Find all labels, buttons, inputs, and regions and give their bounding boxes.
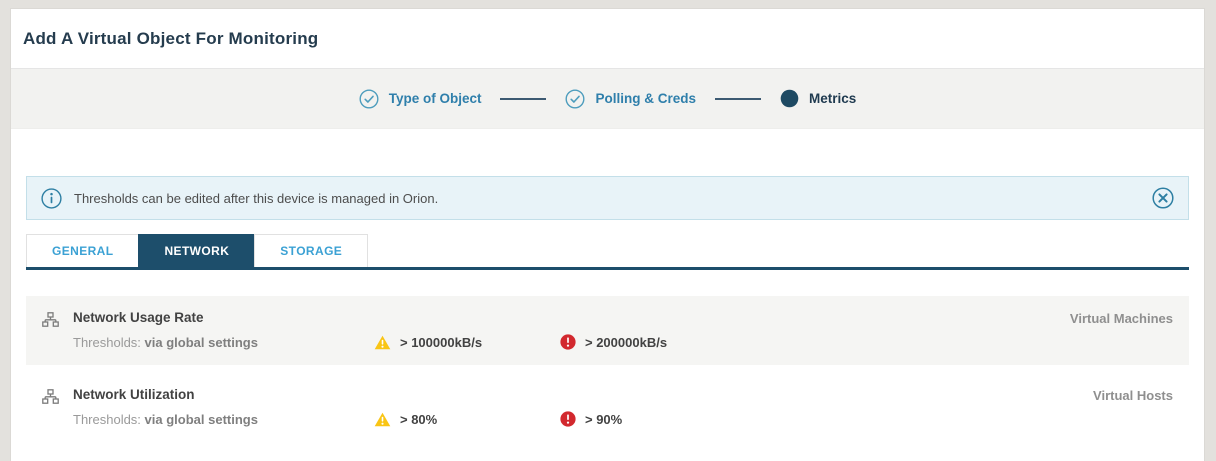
step-label: Type of Object bbox=[389, 91, 482, 106]
step-connector bbox=[715, 98, 761, 100]
tab-general[interactable]: GENERAL bbox=[26, 234, 138, 267]
critical-threshold: > 90% bbox=[560, 411, 622, 427]
critical-circle-icon bbox=[560, 411, 576, 427]
critical-threshold: > 200000kB/s bbox=[560, 334, 667, 350]
network-nodes-icon bbox=[42, 389, 59, 405]
object-type-label: Virtual Machines bbox=[1070, 311, 1173, 326]
metric-name: Network Usage Rate bbox=[73, 310, 1070, 325]
metric-row-network-utilization[interactable]: Network Utilization Thresholds: via glob… bbox=[26, 373, 1189, 442]
tab-label: NETWORK bbox=[164, 244, 229, 258]
info-circle-icon bbox=[41, 188, 62, 209]
warning-threshold: > 80% bbox=[374, 412, 560, 427]
step-metrics-current: Metrics bbox=[780, 89, 856, 108]
metric-row-main: Network Utilization Thresholds: via glob… bbox=[73, 387, 1093, 427]
banner-message: Thresholds can be edited after this devi… bbox=[74, 191, 1152, 206]
check-circle-icon bbox=[565, 89, 585, 109]
step-label: Metrics bbox=[809, 91, 856, 106]
banner-close-icon[interactable] bbox=[1152, 187, 1174, 209]
warning-triangle-icon bbox=[374, 335, 391, 350]
add-virtual-object-dialog: Add A Virtual Object For Monitoring Type… bbox=[10, 8, 1205, 461]
check-circle-icon bbox=[359, 89, 379, 109]
warning-threshold-value: > 100000kB/s bbox=[400, 335, 482, 350]
tab-label: GENERAL bbox=[52, 244, 113, 258]
metric-category-tabs: GENERAL NETWORK STORAGE bbox=[26, 234, 1189, 270]
tab-label: STORAGE bbox=[280, 244, 342, 258]
info-banner: Thresholds can be edited after this devi… bbox=[26, 176, 1189, 220]
thresholds-value: via global settings bbox=[145, 412, 258, 427]
critical-threshold-value: > 90% bbox=[585, 412, 622, 427]
metric-row-main: Network Usage Rate Thresholds: via globa… bbox=[73, 310, 1070, 350]
metric-thresholds: Thresholds: via global settings > 80% bbox=[73, 411, 1093, 427]
step-polling-creds[interactable]: Polling & Creds bbox=[565, 89, 696, 109]
metric-thresholds: Thresholds: via global settings > 100000… bbox=[73, 334, 1070, 350]
warning-triangle-icon bbox=[374, 412, 391, 427]
step-connector bbox=[500, 98, 546, 100]
critical-circle-icon bbox=[560, 334, 576, 350]
wizard-stepper: Type of Object Polling & Creds Metrics bbox=[11, 69, 1204, 129]
thresholds-label: Thresholds: bbox=[73, 412, 141, 427]
metric-list: Network Usage Rate Thresholds: via globa… bbox=[26, 296, 1189, 442]
step-label: Polling & Creds bbox=[595, 91, 696, 106]
warning-threshold: > 100000kB/s bbox=[374, 335, 560, 350]
tab-storage[interactable]: STORAGE bbox=[254, 234, 368, 267]
warning-threshold-value: > 80% bbox=[400, 412, 437, 427]
step-type-of-object[interactable]: Type of Object bbox=[359, 89, 482, 109]
tab-network[interactable]: NETWORK bbox=[138, 234, 254, 267]
thresholds-value: via global settings bbox=[145, 335, 258, 350]
thresholds-source: Thresholds: via global settings bbox=[73, 335, 374, 350]
metric-row-network-usage-rate[interactable]: Network Usage Rate Thresholds: via globa… bbox=[26, 296, 1189, 365]
thresholds-source: Thresholds: via global settings bbox=[73, 412, 374, 427]
critical-threshold-value: > 200000kB/s bbox=[585, 335, 667, 350]
thresholds-label: Thresholds: bbox=[73, 335, 141, 350]
metric-name: Network Utilization bbox=[73, 387, 1093, 402]
filled-dot-icon bbox=[780, 89, 799, 108]
page-title: Add A Virtual Object For Monitoring bbox=[23, 29, 318, 49]
object-type-label: Virtual Hosts bbox=[1093, 388, 1173, 403]
dialog-header: Add A Virtual Object For Monitoring bbox=[11, 9, 1204, 69]
network-nodes-icon bbox=[42, 312, 59, 328]
